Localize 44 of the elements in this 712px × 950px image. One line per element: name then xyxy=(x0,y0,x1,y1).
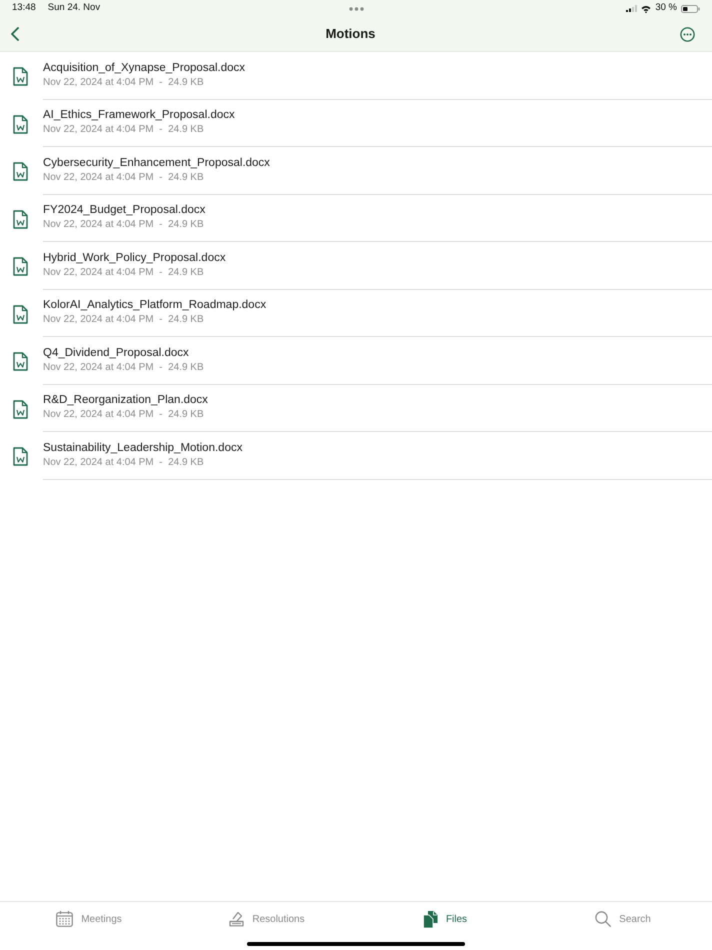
battery-icon xyxy=(681,4,700,12)
document-icon xyxy=(12,67,28,86)
files-icon xyxy=(422,910,438,928)
file-name[interactable]: Acquisition_of_Xynapse_Proposal.docx xyxy=(43,60,246,76)
file-name[interactable]: Q4_Dividend_Proposal.docx xyxy=(43,346,189,361)
file-name[interactable]: KolorAI_Analytics_Platform_Roadmap.docx xyxy=(43,298,266,314)
battery-percentage: 30 % xyxy=(655,1,677,16)
signal-icon xyxy=(626,5,638,12)
page-title: Motions xyxy=(326,25,376,44)
file-name[interactable]: Cybersecurity_Enhancement_Proposal.docx xyxy=(43,156,270,171)
status-date: Sun 24. Nov xyxy=(48,1,100,16)
document-icon xyxy=(12,257,28,276)
file-details: Nov 22, 2024 at 4:04 PM - 24.9 KB xyxy=(43,360,204,374)
document-icon xyxy=(12,400,28,419)
file-name[interactable]: Hybrid_Work_Policy_Proposal.docx xyxy=(43,250,226,266)
document-icon xyxy=(12,447,28,466)
file-details: Nov 22, 2024 at 4:04 PM - 24.9 KB xyxy=(43,218,204,232)
ballot-box-icon xyxy=(229,911,244,927)
calendar-icon xyxy=(56,911,74,927)
wifi-icon xyxy=(641,4,652,12)
document-icon xyxy=(12,352,28,372)
file-name[interactable]: R&D_Reorganization_Plan.docx xyxy=(43,393,208,408)
back-button[interactable] xyxy=(9,26,21,42)
multitasking-dots-icon[interactable] xyxy=(348,6,364,10)
file-name[interactable]: Sustainability_Leadership_Motion.docx xyxy=(43,440,242,456)
file-details: Nov 22, 2024 at 4:04 PM - 24.9 KB xyxy=(43,408,204,422)
file-details: Nov 22, 2024 at 4:04 PM - 24.9 KB xyxy=(43,456,204,469)
document-icon xyxy=(12,304,28,324)
file-details: Nov 22, 2024 at 4:04 PM - 24.9 KB xyxy=(43,123,204,136)
document-icon xyxy=(12,162,28,182)
file-details: Nov 22, 2024 at 4:04 PM - 24.9 KB xyxy=(43,76,204,89)
file-details: Nov 22, 2024 at 4:04 PM - 24.9 KB xyxy=(43,266,204,279)
document-icon xyxy=(12,114,28,134)
more-button[interactable] xyxy=(680,26,696,42)
more-options-icon xyxy=(680,26,696,42)
tab-button[interactable]: Files xyxy=(422,910,468,928)
file-details: Nov 22, 2024 at 4:04 PM - 24.9 KB xyxy=(43,313,204,326)
file-details: Nov 22, 2024 at 4:04 PM - 24.9 KB xyxy=(43,170,204,184)
file-name[interactable]: FY2024_Budget_Proposal.docx xyxy=(43,203,206,218)
status-time: 13:48 xyxy=(12,1,36,16)
search-icon xyxy=(595,911,612,927)
document-icon xyxy=(12,210,28,229)
file-name[interactable]: AI_Ethics_Framework_Proposal.docx xyxy=(43,108,235,124)
back-chevron-icon xyxy=(11,27,19,41)
